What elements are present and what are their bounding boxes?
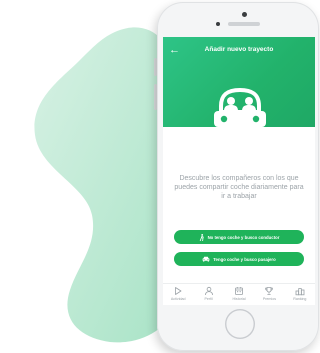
calendar-icon xyxy=(235,287,243,295)
button-label: No tengo coche y busco conductor xyxy=(207,234,280,240)
tab-label: Premios xyxy=(262,297,277,301)
ranking-icon xyxy=(295,288,305,296)
page-title: Añadir nuevo trayecto xyxy=(204,46,274,53)
app-screen: ← Añadir nuevo trayecto Descubre los com… xyxy=(163,37,315,305)
tab-perfil[interactable]: Perfil xyxy=(193,284,223,305)
button-label: Tengo coche y busco pasajero xyxy=(213,256,276,262)
front-camera xyxy=(242,12,247,17)
tab-historial[interactable]: Historial xyxy=(224,284,254,305)
tab-label: Ranking xyxy=(293,297,307,301)
tab-bar: Actividad Perfil Historial Premios Ranki… xyxy=(163,283,315,305)
trophy-icon xyxy=(265,287,274,295)
tab-label: Actividad xyxy=(170,297,186,301)
proximity-sensor xyxy=(216,22,220,26)
car-icon xyxy=(202,256,210,262)
walking-person-icon xyxy=(199,233,205,241)
description-text: Descubre los compañeros con los que pued… xyxy=(174,175,304,200)
play-icon xyxy=(175,287,182,295)
earpiece-speaker xyxy=(228,22,260,26)
tab-ranking[interactable]: Ranking xyxy=(285,284,315,305)
tab-label: Historial xyxy=(232,297,246,301)
tab-actividad[interactable]: Actividad xyxy=(163,284,193,305)
no-car-find-driver-button[interactable]: No tengo coche y busco conductor xyxy=(174,230,304,244)
home-button[interactable] xyxy=(225,309,255,339)
have-car-find-passenger-button[interactable]: Tengo coche y busco pasajero xyxy=(174,252,304,266)
shared-car-icon xyxy=(214,87,266,134)
user-icon xyxy=(204,286,213,296)
tab-premios[interactable]: Premios xyxy=(254,284,284,305)
tab-label: Perfil xyxy=(204,297,213,301)
